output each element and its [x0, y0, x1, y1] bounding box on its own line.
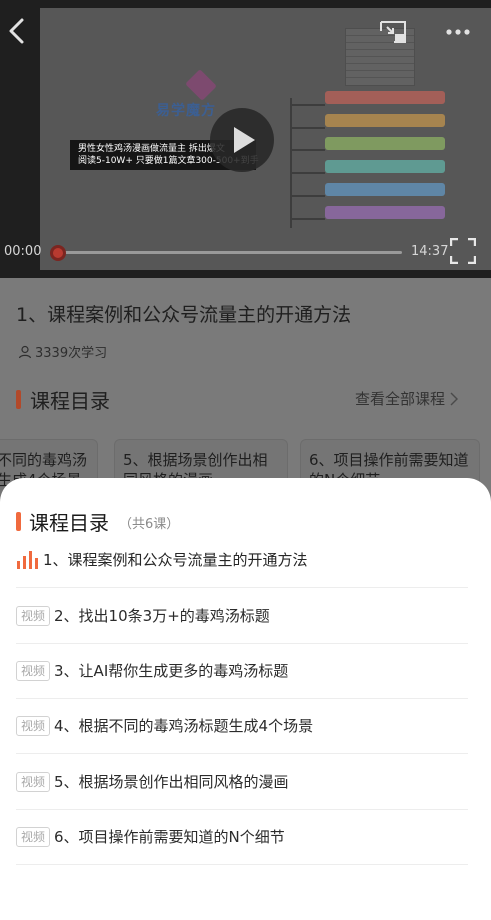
- mindmap-node-2: [325, 114, 445, 127]
- video-tag: 视频: [16, 771, 51, 792]
- mindmap-node-6: [325, 206, 445, 219]
- playing-bars-icon: [17, 550, 38, 569]
- total-time: 14:37: [411, 244, 449, 259]
- play-icon: [234, 127, 255, 153]
- lesson-title: 5、根据场景创作出相同风格的漫画: [54, 773, 289, 791]
- mindmap-node-4: [325, 160, 445, 173]
- chevron-right-icon: [450, 392, 459, 405]
- mindmap-node-3: [325, 137, 445, 150]
- catalog-accent-bar: [16, 390, 21, 409]
- sheet-accent-bar: [16, 512, 21, 531]
- video-tag: 视频: [16, 715, 51, 736]
- back-arrow-icon[interactable]: [6, 16, 28, 46]
- lesson-item-1[interactable]: 1、课程案例和公众号流量主的开通方法: [16, 532, 468, 588]
- picture-in-picture-icon[interactable]: [378, 18, 408, 46]
- brand-logo-text: 易学魔方: [156, 103, 216, 119]
- lesson-title: 6、项目操作前需要知道的N个细节: [54, 828, 285, 846]
- brand-logo-mark: [185, 69, 217, 101]
- lesson-count: （共6课）: [119, 517, 180, 532]
- course-title: 1、课程案例和公众号流量主的开通方法: [16, 304, 352, 326]
- learner-count: 3339次学习: [18, 342, 107, 361]
- mindmap-node-1: [325, 91, 445, 104]
- video-player[interactable]: 易学魔方 男性女性鸡汤漫画做流量主 拆出爆文 阅读5-10W+ 只要做1篇文章3…: [0, 0, 491, 278]
- current-time: 00:00: [4, 244, 42, 259]
- lesson-item-6[interactable]: 视频 6、项目操作前需要知道的N个细节: [16, 809, 468, 865]
- view-all-courses-link[interactable]: 查看全部课程: [355, 388, 459, 409]
- progress-knob[interactable]: [50, 245, 66, 261]
- view-all-label: 查看全部课程: [355, 390, 446, 408]
- video-tag: 视频: [16, 826, 51, 847]
- user-icon: [18, 345, 32, 358]
- video-tag: 视频: [16, 660, 51, 681]
- lesson-item-5[interactable]: 视频 5、根据场景创作出相同风格的漫画: [16, 754, 468, 810]
- catalog-bottom-sheet: 课程目录 （共6课） 1、课程案例和公众号流量主的开通方法 视频 2、找出10条…: [0, 478, 491, 920]
- play-button[interactable]: [210, 108, 274, 172]
- learner-count-text: 3339次学习: [35, 346, 108, 361]
- lesson-item-3[interactable]: 视频 3、让AI帮你生成更多的毒鸡汤标题: [16, 643, 468, 699]
- lesson-item-4[interactable]: 视频 4、根据不同的毒鸡汤标题生成4个场景: [16, 698, 468, 754]
- progress-bar[interactable]: [56, 251, 402, 254]
- lesson-item-2[interactable]: 视频 2、找出10条3万+的毒鸡汤标题: [16, 588, 468, 644]
- catalog-title: 课程目录: [30, 389, 110, 413]
- lesson-title: 2、找出10条3万+的毒鸡汤标题: [54, 607, 270, 625]
- video-tag: 视频: [16, 605, 51, 626]
- lesson-title: 1、课程案例和公众号流量主的开通方法: [43, 551, 308, 569]
- more-dots-icon[interactable]: [444, 22, 472, 42]
- mindmap-node-5: [325, 183, 445, 196]
- catalog-header: 课程目录: [16, 385, 110, 414]
- fullscreen-icon[interactable]: [450, 238, 476, 264]
- lesson-title: 3、让AI帮你生成更多的毒鸡汤标题: [54, 662, 289, 680]
- lesson-title: 4、根据不同的毒鸡汤标题生成4个场景: [54, 717, 314, 735]
